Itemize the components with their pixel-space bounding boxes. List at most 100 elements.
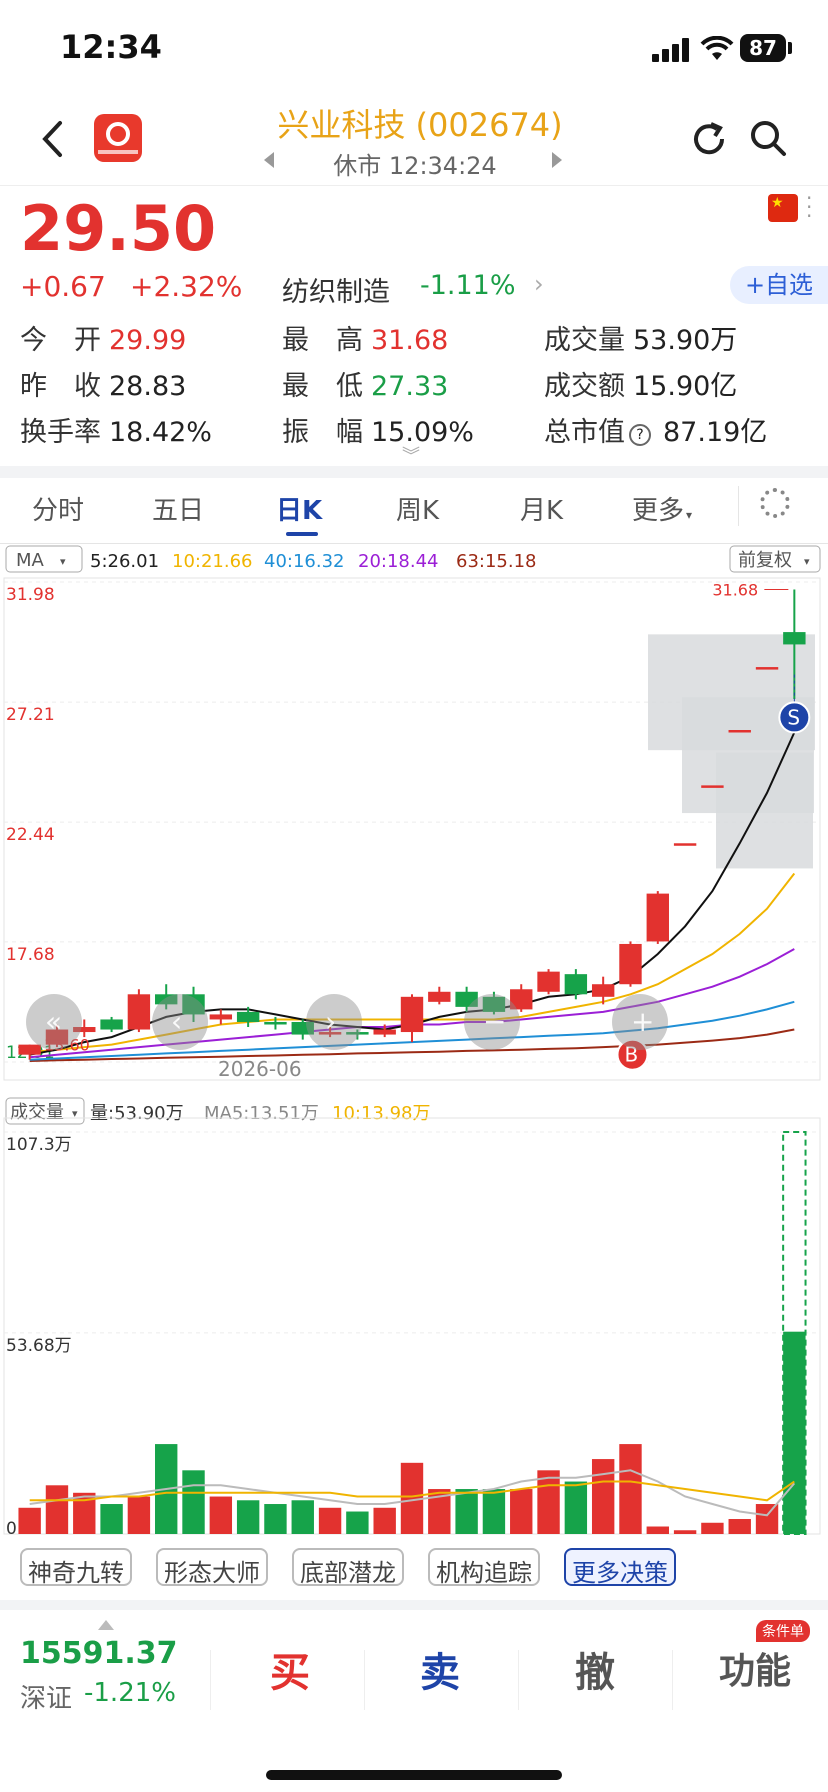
zoom-out-overlay-icon[interactable]: «	[26, 993, 82, 1050]
tab-5[interactable]: 更多 ▾	[632, 490, 692, 527]
refresh-icon[interactable]	[690, 120, 728, 158]
volume-y-tick: 0	[6, 1519, 17, 1539]
stat-value: 18.42%	[109, 417, 212, 448]
next-stock-arrow[interactable]	[552, 152, 562, 168]
search-icon[interactable]	[748, 118, 788, 158]
volume-label: 量:53.90万	[90, 1103, 184, 1124]
stock-title: 兴业科技 (002674)	[277, 106, 563, 144]
next-candle-overlay-icon[interactable]: ›	[306, 993, 362, 1050]
stat-label: 最 高	[282, 325, 363, 356]
volume-selector-label: 成交量	[10, 1102, 64, 1123]
function-button[interactable]: 功能	[700, 1642, 810, 1694]
volume-y-tick: 107.3万	[6, 1135, 72, 1155]
volume-bar	[701, 1522, 724, 1534]
volume-bar	[755, 1504, 779, 1534]
add-watchlist-button[interactable]: +自选	[730, 266, 828, 304]
sector-chevron-icon[interactable]: ›	[534, 270, 544, 298]
volume-bar	[45, 1485, 69, 1534]
gear-icon[interactable]	[760, 488, 790, 518]
tool-button-4[interactable]: 更多决策	[564, 1548, 676, 1587]
kline-chart[interactable]: MA ▾ 5:26.01 10:21.66 40:16.32 20:18.44 63:15.…	[0, 544, 828, 1544]
tab-4[interactable]: 月K	[520, 490, 563, 527]
flag-icon: ★	[768, 194, 798, 222]
info-icon[interactable]: ?	[629, 424, 651, 446]
ma-legend-ma5: 5:26.01	[90, 551, 159, 572]
plus-overlay-icon[interactable]: +	[612, 993, 668, 1050]
stat-value: 27.33	[371, 371, 449, 402]
stat-value: 28.83	[109, 371, 187, 402]
current-price: 29.50	[20, 192, 217, 265]
expand-chevron-icon[interactable]: ︾	[402, 442, 420, 468]
ma-selector[interactable]: MA ▾	[5, 545, 83, 573]
volume-bar	[291, 1500, 314, 1534]
adjust-selector[interactable]: 前复权 ▾	[729, 545, 821, 573]
minus-overlay-icon[interactable]: −	[464, 993, 520, 1050]
prev-stock-arrow[interactable]	[264, 152, 274, 168]
volume-bar	[100, 1504, 123, 1534]
more-icon[interactable]: · · ·	[806, 188, 812, 226]
volume-bar	[455, 1489, 478, 1534]
y-tick-label: 22.44	[6, 825, 55, 845]
volume-ma5-label: MA5:13.51万	[204, 1103, 319, 1124]
chart-tabs: 分时 五日 日K 周K 月K 更多 ▾	[0, 478, 828, 544]
tool-button-2[interactable]: 底部潜龙	[292, 1548, 404, 1587]
tool-button-1[interactable]: 形态大师	[156, 1548, 268, 1587]
volume-bar	[127, 1496, 151, 1534]
tool-button-0[interactable]: 神奇九转	[20, 1548, 132, 1587]
battery-level: 87	[749, 36, 777, 60]
ma-selector-label: MA	[16, 550, 45, 571]
price-change: +0.67	[20, 270, 106, 303]
stat-value: 29.99	[109, 325, 187, 356]
ma-legend-ma20: 20:18.44	[358, 551, 439, 572]
stat-label: 振 幅	[282, 417, 363, 448]
stock-header: 兴业科技 (002674) 休市 12:34:24	[0, 90, 828, 186]
stat-item: 成交量 53.90万	[544, 318, 737, 357]
volume-selector[interactable]: 成交量 ▾	[5, 1097, 85, 1125]
volume-bar	[591, 1459, 615, 1534]
stat-item: 今 开 29.99	[20, 318, 186, 357]
stat-value: 53.90万	[633, 325, 738, 356]
stat-label: 总市值	[544, 417, 625, 448]
tab-2[interactable]: 日K	[276, 490, 322, 536]
candle	[755, 667, 779, 670]
x-axis-date: 2026-06	[218, 1057, 302, 1081]
clock: 12:34	[60, 28, 162, 66]
stat-value: 15.09%	[371, 417, 474, 448]
ma-legend-ma40: 40:16.32	[264, 551, 345, 572]
candle	[100, 1016, 123, 1033]
volume-bar	[646, 1526, 669, 1534]
buy-button[interactable]: 买	[250, 1640, 330, 1698]
cancel-order-button[interactable]: 撤	[555, 1640, 635, 1698]
index-change: -1.21%	[84, 1678, 176, 1708]
index-value[interactable]: 15591.37	[20, 1636, 178, 1671]
battery-icon: 87	[740, 34, 786, 62]
stat-item: 振 幅 15.09%	[282, 410, 474, 449]
tab-1[interactable]: 五日	[152, 490, 204, 527]
index-up-arrow	[98, 1620, 114, 1630]
tab-3[interactable]: 周K	[396, 490, 439, 527]
stat-value: 31.68	[371, 325, 449, 356]
svg-text:‹: ‹	[171, 1005, 182, 1038]
svg-text:+: +	[631, 1005, 654, 1038]
svg-text:−: −	[483, 1005, 506, 1038]
candle	[673, 843, 697, 846]
volume-bar	[18, 1507, 41, 1534]
volume-bar	[482, 1489, 506, 1534]
price-change-pct: +2.32%	[130, 270, 243, 303]
sell-signal-marker[interactable]: S	[778, 701, 811, 734]
app-logo	[94, 114, 142, 162]
svg-text:›: ›	[325, 1005, 336, 1038]
stat-item: 最 低 27.33	[282, 364, 448, 403]
stat-value: 87.19亿	[663, 417, 768, 448]
candle	[127, 989, 151, 1033]
sell-button[interactable]: 卖	[400, 1640, 480, 1698]
tab-0[interactable]: 分时	[32, 490, 84, 527]
conditional-order-badge: 条件单	[756, 1620, 810, 1642]
candle	[646, 891, 669, 944]
stat-label: 最 低	[282, 371, 363, 402]
prev-candle-overlay-icon[interactable]: ‹	[152, 993, 208, 1050]
tool-button-3[interactable]: 机构追踪	[428, 1548, 540, 1587]
sector-name[interactable]: 纺织制造	[282, 270, 390, 309]
volume-bar	[564, 1481, 588, 1534]
back-icon[interactable]	[40, 120, 64, 158]
